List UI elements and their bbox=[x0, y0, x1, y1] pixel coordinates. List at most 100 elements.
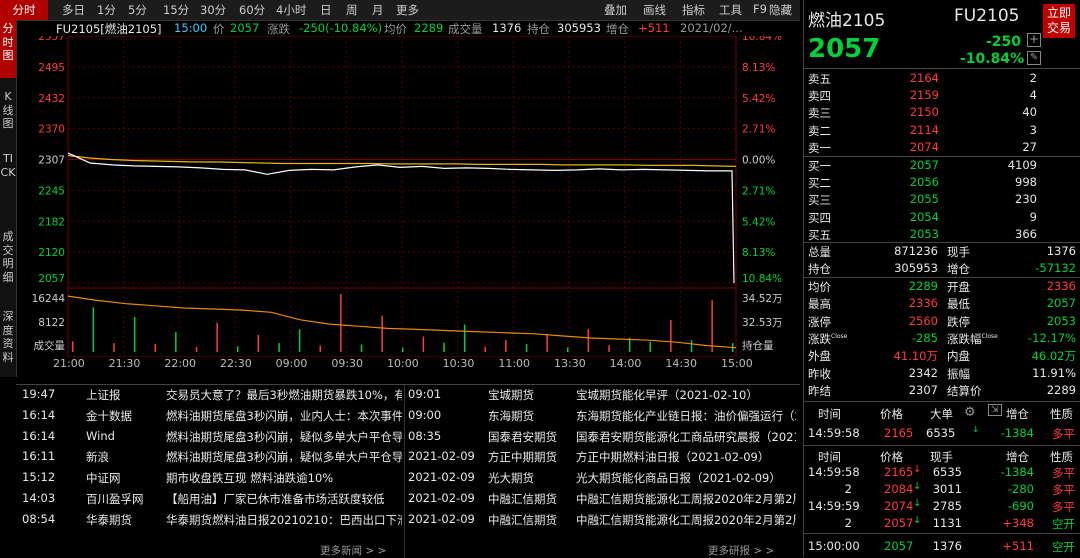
research-title-link[interactable]: 中融汇信期货能源化工周报2020年2月第2周… bbox=[576, 491, 796, 511]
pct-tick-label: 5.42% bbox=[742, 216, 775, 228]
f9-button[interactable]: F9 bbox=[753, 2, 767, 16]
change-value: -250(-10.84%) bbox=[299, 21, 383, 35]
volume-bar bbox=[381, 315, 383, 352]
tick-volume: 6535 bbox=[932, 465, 962, 479]
research-source[interactable]: 光大期货 bbox=[488, 470, 534, 490]
news-source[interactable]: 上证报 bbox=[86, 387, 121, 407]
research-title-link[interactable]: 国泰君安期货能源化工商品研究晨报（2021… bbox=[576, 429, 796, 449]
tools-button[interactable]: 工具 bbox=[719, 2, 742, 18]
side-tab-intraday[interactable]: 分时图 bbox=[0, 20, 16, 78]
research-time: 09:01 bbox=[408, 387, 442, 401]
research-source[interactable]: 东海期货 bbox=[488, 408, 534, 428]
side-tab-kline[interactable]: K线图 bbox=[0, 90, 16, 131]
period-tab-week[interactable]: 周 bbox=[346, 2, 358, 18]
ask-price[interactable]: 2159 bbox=[899, 88, 939, 102]
news-source[interactable]: Wind bbox=[86, 429, 115, 449]
side-tab-tick[interactable]: TICK bbox=[0, 152, 16, 179]
market-stat-label: 涨停 bbox=[808, 314, 831, 329]
period-tab-multiday[interactable]: 多日 bbox=[62, 2, 85, 18]
trade-now-button[interactable]: 立即交易 bbox=[1043, 4, 1075, 38]
news-title-link[interactable]: 华泰期货燃料油日报20210210：巴西出口下滑… bbox=[166, 512, 402, 532]
big-order-header: 价格 bbox=[880, 407, 903, 421]
export-icon[interactable]: ⇲ bbox=[988, 404, 1002, 416]
research-title-link[interactable]: 东海期货能化产业链日报：油价偏强运行（2… bbox=[576, 408, 796, 428]
side-tab-depth[interactable]: 深度资料 bbox=[0, 310, 16, 364]
news-source[interactable]: 华泰期货 bbox=[86, 512, 132, 532]
volume-axis-label: 成交量 bbox=[34, 339, 66, 352]
time-value: 15:00 bbox=[174, 21, 208, 35]
ask-price[interactable]: 2114 bbox=[899, 123, 939, 137]
more-research-link[interactable]: 更多研报 > > bbox=[708, 543, 774, 558]
bid-volume: 4109 bbox=[1007, 158, 1037, 172]
period-tab-1min[interactable]: 1分 bbox=[97, 2, 116, 18]
news-title-link[interactable]: 【船用油】厂家已休市准备市场活跃度较低 bbox=[166, 491, 402, 511]
ask-volume: 2 bbox=[1029, 71, 1037, 85]
volume-bar bbox=[237, 346, 239, 352]
volume-bar bbox=[72, 341, 74, 352]
research-source[interactable]: 宝城期货 bbox=[488, 387, 534, 407]
intraday-chart[interactable]: 2557 10.84% 2495 8.13% 2432 5.42% 2370 2.71% 230… bbox=[16, 36, 800, 357]
ask-price[interactable]: 2150 bbox=[899, 105, 939, 119]
bid-price[interactable]: 2057 bbox=[899, 158, 939, 172]
news-title-link[interactable]: 燃料油期货尾盘3秒闪崩，疑似多单大户平仓导致… bbox=[166, 449, 402, 469]
news-title-link[interactable]: 燃料油期货尾盘3秒闪崩，业内人士：本次事件系… bbox=[166, 408, 402, 428]
edit-icon[interactable]: ✎ bbox=[1027, 51, 1041, 65]
add-watchlist-icon[interactable]: + bbox=[1027, 33, 1041, 47]
indicator-button[interactable]: 指标 bbox=[682, 2, 705, 18]
down-arrow-icon: ↓ bbox=[913, 515, 922, 526]
tick-price: 2057 bbox=[884, 539, 914, 553]
research-title-link[interactable]: 宝城期货能化早评（2021-02-10） bbox=[576, 387, 796, 407]
ask-price[interactable]: 2074 bbox=[899, 140, 939, 154]
research-source[interactable]: 中融汇信期货 bbox=[488, 512, 557, 532]
side-tab-trades[interactable]: 成交明细 bbox=[0, 230, 16, 284]
settings-gear-icon[interactable]: ⚙ bbox=[964, 405, 976, 420]
hide-button[interactable]: 隐藏 bbox=[769, 2, 799, 18]
research-title-link[interactable]: 方正中期燃料油日报（2021-02-09） bbox=[576, 449, 796, 469]
more-news-link[interactable]: 更多新闻 > > bbox=[320, 543, 386, 558]
period-tab-day[interactable]: 日 bbox=[320, 2, 332, 18]
overlay-button[interactable]: 叠加 bbox=[604, 2, 627, 18]
tick-price: 2057 bbox=[884, 516, 914, 530]
bid-price[interactable]: 2054 bbox=[899, 210, 939, 224]
close-superscript: Close bbox=[981, 333, 998, 341]
period-tab-intraday[interactable]: 分时 bbox=[0, 0, 48, 20]
period-tab-15min[interactable]: 15分 bbox=[163, 2, 189, 18]
price-change: -250 bbox=[986, 34, 1022, 50]
news-source[interactable]: 中证网 bbox=[86, 470, 121, 490]
period-tab-4h[interactable]: 4小时 bbox=[276, 2, 306, 18]
bid-level-label: 买四 bbox=[808, 210, 831, 225]
ask-price[interactable]: 2164 bbox=[899, 71, 939, 85]
news-title-link[interactable]: 交易员大意了？最后3秒燃油期货暴跌10%，有色… bbox=[166, 387, 402, 407]
period-tab-30min[interactable]: 30分 bbox=[200, 2, 226, 18]
news-source[interactable]: 新浪 bbox=[86, 449, 109, 469]
draw-line-button[interactable]: 画线 bbox=[643, 2, 666, 18]
price-label: 价 bbox=[213, 22, 225, 36]
volume-axis-label: 16244 bbox=[32, 293, 66, 305]
research-source[interactable]: 方正中期期货 bbox=[488, 449, 557, 469]
research-source[interactable]: 国泰君安期货 bbox=[488, 429, 557, 449]
bid-price[interactable]: 2053 bbox=[899, 227, 939, 241]
research-title-link[interactable]: 中融汇信期货能源化工周报2020年2月第2周… bbox=[576, 512, 796, 532]
time-axis: 21:00 21:30 22:00 22:30 09:00 09:30 10:00 10:30… bbox=[16, 357, 800, 371]
market-stat-label: 涨跌Close bbox=[808, 331, 848, 346]
news-title-link[interactable]: 期市收盘跌互现 燃料油跌逾10% bbox=[166, 470, 402, 490]
news-source[interactable]: 百川盈孚网 bbox=[86, 491, 144, 511]
tick-oi: +511 bbox=[1002, 539, 1034, 553]
period-tab-more[interactable]: 更多 bbox=[396, 2, 419, 18]
period-tab-5min[interactable]: 5分 bbox=[128, 2, 147, 18]
bid-price[interactable]: 2056 bbox=[899, 175, 939, 189]
news-source[interactable]: 金十数据 bbox=[86, 408, 132, 428]
bid-price[interactable]: 2055 bbox=[899, 192, 939, 206]
period-tab-month[interactable]: 月 bbox=[372, 2, 384, 18]
news-time: 16:14 bbox=[22, 407, 56, 422]
volume-bar bbox=[257, 334, 260, 352]
down-arrow-icon: ↓ bbox=[972, 425, 980, 435]
news-title-link[interactable]: 燃料油期货尾盘3秒闪崩，疑似多单大户平仓导致… bbox=[166, 429, 402, 449]
period-tab-60min[interactable]: 60分 bbox=[239, 2, 265, 18]
divider bbox=[804, 533, 1080, 534]
research-source[interactable]: 中融汇信期货 bbox=[488, 491, 557, 511]
last-price: 2057 bbox=[808, 34, 881, 64]
volume-label: 成交量 bbox=[448, 22, 483, 36]
research-title-link[interactable]: 光大期货能化商品日报（2021-02-09） bbox=[576, 470, 796, 490]
volume-bar bbox=[608, 345, 610, 352]
